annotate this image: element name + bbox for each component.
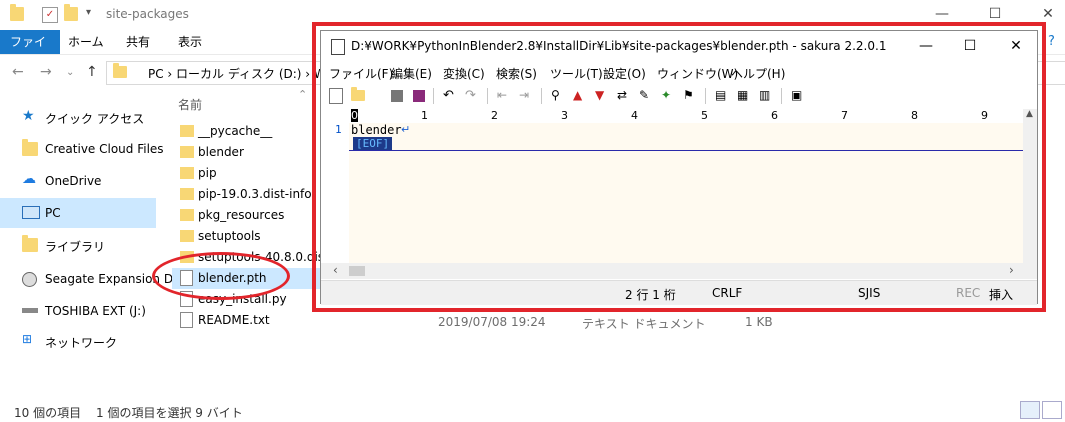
tab-view[interactable]: 表示 bbox=[168, 30, 212, 54]
address-path[interactable]: PC › ローカル ディスク (D:) › WO bbox=[148, 65, 335, 82]
file-name: pip-19.0.3.dist-info bbox=[198, 187, 312, 201]
file-type: テキスト ドキュメント bbox=[582, 317, 706, 331]
nav-label: ライブラリ bbox=[45, 240, 106, 254]
list-item[interactable]: blender bbox=[180, 142, 330, 163]
nav-label: ネットワーク bbox=[45, 336, 118, 350]
tab-home[interactable]: ホーム bbox=[58, 30, 114, 54]
nav-label: クイック アクセス bbox=[45, 112, 145, 126]
annotation-rectangle bbox=[312, 22, 1046, 312]
nav-label: OneDrive bbox=[45, 174, 102, 188]
library-icon bbox=[22, 235, 38, 252]
folder-icon bbox=[180, 209, 194, 221]
properties-check-icon[interactable]: ✓ bbox=[42, 7, 58, 23]
list-item[interactable]: README.txt bbox=[180, 310, 330, 331]
recent-dropdown-icon[interactable]: ⌄ bbox=[66, 67, 74, 78]
folder-icon bbox=[180, 146, 194, 158]
drive-icon bbox=[22, 272, 37, 287]
view-toggle bbox=[1018, 401, 1062, 422]
nav-toshiba[interactable]: TOSHIBA EXT (J:) bbox=[0, 296, 156, 326]
folder-icon[interactable] bbox=[10, 4, 24, 21]
item-count: 10 個の項目 bbox=[14, 406, 82, 420]
minimize-icon[interactable]: — bbox=[934, 6, 950, 22]
file-name: pkg_resources bbox=[198, 208, 285, 222]
pc-icon bbox=[22, 206, 40, 219]
nav-seagate[interactable]: Seagate Expansion D bbox=[0, 264, 173, 294]
column-header-name[interactable]: 名前 bbox=[178, 96, 202, 113]
file-name: __pycache__ bbox=[198, 124, 273, 138]
list-item[interactable]: pip-19.0.3.dist-info bbox=[180, 184, 330, 205]
up-arrow-icon[interactable]: ↑ bbox=[86, 64, 98, 80]
nav-network[interactable]: ⊞ ネットワーク bbox=[0, 326, 156, 356]
usb-drive-icon bbox=[22, 308, 38, 313]
cloud-icon: ☁ bbox=[22, 171, 36, 187]
large-icons-view-icon[interactable] bbox=[1042, 401, 1062, 419]
nav-onedrive[interactable]: ☁ OneDrive bbox=[0, 166, 156, 196]
maximize-icon[interactable]: ☐ bbox=[987, 6, 1003, 22]
star-icon: ★ bbox=[22, 108, 35, 124]
back-arrow-icon[interactable]: ← bbox=[12, 64, 24, 80]
file-name: README.txt bbox=[198, 313, 270, 327]
tab-share[interactable]: 共有 bbox=[116, 30, 160, 54]
text-file-icon bbox=[180, 312, 193, 328]
nav-label: Creative Cloud Files bbox=[45, 142, 164, 156]
nav-label: PC bbox=[45, 206, 61, 220]
help-icon[interactable]: ? bbox=[1048, 34, 1055, 49]
nav-pc[interactable]: PC bbox=[0, 198, 156, 228]
close-icon[interactable]: ✕ bbox=[1040, 6, 1056, 22]
network-icon: ⊞ bbox=[22, 332, 33, 346]
file-size: 1 KB bbox=[745, 315, 773, 329]
explorer-status-bar: 10 個の項目 1 個の項目を選択 9 バイト bbox=[0, 400, 1065, 422]
file-date: 2019/07/08 19:24 bbox=[438, 315, 546, 329]
annotation-ellipse bbox=[152, 252, 290, 300]
window-title: site-packages bbox=[106, 7, 189, 21]
folder-icon bbox=[180, 167, 194, 179]
folder-icon bbox=[180, 188, 194, 200]
qat-dropdown-icon[interactable]: ▾ bbox=[86, 7, 91, 18]
list-item[interactable]: setuptools bbox=[180, 226, 330, 247]
list-item[interactable]: pip bbox=[180, 163, 330, 184]
list-item[interactable]: __pycache__ bbox=[180, 121, 330, 142]
sort-chevron-icon: ⌃ bbox=[298, 88, 308, 101]
file-name: setuptools bbox=[198, 229, 261, 243]
nav-quick-access[interactable]: ★ クイック アクセス bbox=[0, 102, 156, 132]
folder-icon bbox=[180, 230, 194, 242]
nav-library[interactable]: ライブラリ bbox=[0, 230, 156, 260]
new-folder-icon[interactable] bbox=[64, 4, 78, 21]
folder-icon bbox=[180, 125, 194, 137]
file-name: blender bbox=[198, 145, 244, 159]
forward-arrow-icon[interactable]: → bbox=[40, 64, 52, 80]
address-folder-icon bbox=[113, 63, 127, 78]
tab-file[interactable]: ファイル bbox=[0, 30, 60, 73]
details-view-icon[interactable] bbox=[1020, 401, 1040, 419]
nav-label: TOSHIBA EXT (J:) bbox=[45, 304, 146, 318]
selection-info: 1 個の項目を選択 9 バイト bbox=[96, 406, 243, 420]
list-item[interactable]: pkg_resources bbox=[180, 205, 330, 226]
creative-cloud-icon bbox=[22, 139, 38, 156]
file-name: pip bbox=[198, 166, 217, 180]
nav-creative-cloud[interactable]: Creative Cloud Files bbox=[0, 134, 164, 164]
